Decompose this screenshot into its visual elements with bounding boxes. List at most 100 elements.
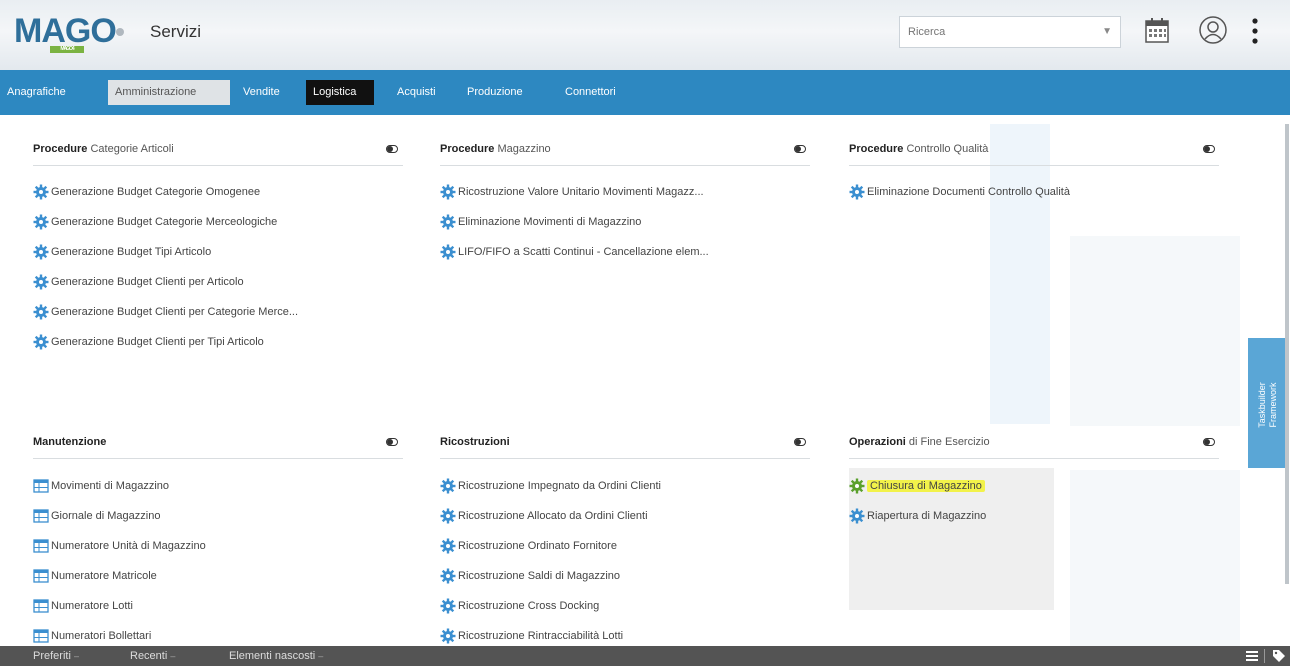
panel-divider	[33, 458, 403, 459]
menu-item-generazione-budget-clienti-per-tipi-articolo[interactable]: Generazione Budget Clienti per Tipi Arti…	[33, 334, 264, 350]
menu-item-generazione-budget-tipi-articolo[interactable]: Generazione Budget Tipi Articolo	[33, 244, 211, 260]
footer-divider	[1264, 649, 1265, 663]
toggle-icon[interactable]	[1203, 145, 1215, 153]
panel-title-procedure-magazzino: Procedure Magazzino	[440, 143, 551, 155]
menu-item-numeratore-matricole[interactable]: Numeratore Matricole	[33, 568, 157, 584]
search-dropdown-chevron-icon[interactable]: ▼	[1102, 26, 1112, 37]
table-icon	[33, 598, 49, 614]
panel-title-ricostruzioni: Ricostruzioni	[440, 436, 510, 448]
menu-item-numeratore-unit-di-magazzino[interactable]: Numeratore Unità di Magazzino	[33, 538, 206, 554]
menu-item-movimenti-di-magazzino[interactable]: Movimenti di Magazzino	[33, 478, 169, 494]
more-vertical-icon[interactable]	[1250, 17, 1260, 45]
footer-preferiti[interactable]: Preferiti –	[33, 650, 79, 662]
mago-logo[interactable]: MAGO MAGO4	[14, 12, 117, 54]
menu-item-label: Ricostruzione Saldi di Magazzino	[458, 570, 621, 582]
calendar-icon[interactable]	[1144, 16, 1170, 44]
gear-icon	[440, 478, 456, 494]
logo-sub: MAGO4	[50, 46, 84, 53]
menu-item-ricostruzione-allocato-da-ordini-clienti[interactable]: Ricostruzione Allocato da Ordini Clienti	[440, 508, 648, 524]
menu-item-label: Generazione Budget Tipi Articolo	[51, 246, 212, 258]
tab-amministrazione[interactable]: Amministrazione	[108, 80, 230, 105]
toggle-icon[interactable]	[794, 145, 806, 153]
logo-text: MAGO	[14, 12, 117, 50]
module-tabs-bar: Anagrafiche Amministrazione Vendite Logi…	[0, 70, 1290, 115]
menu-item-numeratore-lotti[interactable]: Numeratore Lotti	[33, 598, 133, 614]
gear-icon	[33, 304, 49, 320]
tag-icon[interactable]	[1272, 649, 1286, 663]
footer-elementi-nascosti[interactable]: Elementi nascosti –	[229, 650, 323, 662]
gear-icon	[849, 508, 865, 524]
menu-item-label: Numeratore Lotti	[51, 600, 133, 612]
menu-item-label: Eliminazione Documenti Controllo Qualità	[867, 186, 1070, 198]
search-input[interactable]	[900, 17, 1080, 47]
chevron-down-icon: –	[170, 651, 176, 661]
tab-anagrafiche[interactable]: Anagrafiche	[0, 80, 73, 105]
panel-divider	[849, 458, 1219, 459]
menu-item-label: Ricostruzione Allocato da Ordini Clienti	[458, 510, 648, 522]
menu-item-label: Riapertura di Magazzino	[867, 510, 987, 522]
footer-bar: Preferiti – Recenti – Elementi nascosti …	[0, 646, 1290, 666]
gear-icon	[440, 538, 456, 554]
table-icon	[33, 568, 49, 584]
menu-item-label: Generazione Budget Categorie Merceologic…	[51, 216, 278, 228]
list-view-icon[interactable]	[1245, 649, 1259, 663]
gear-icon	[440, 244, 456, 260]
menu-item-generazione-budget-clienti-per-categorie-merce[interactable]: Generazione Budget Clienti per Categorie…	[33, 304, 298, 320]
gear-icon	[33, 184, 49, 200]
taskbuilder-framework-tab[interactable]: Taskbuilder Framework	[1248, 338, 1286, 468]
tab-logistica[interactable]: Logistica	[306, 80, 374, 105]
footer-recenti[interactable]: Recenti –	[130, 650, 175, 662]
menu-item-label: Chiusura di Magazzino	[867, 480, 985, 492]
gear-icon	[849, 478, 865, 494]
gear-icon	[440, 214, 456, 230]
menu-item-label: Ricostruzione Cross Docking	[458, 600, 600, 612]
side-tab-label: Taskbuilder Framework	[1257, 382, 1278, 428]
logo-menu-caret-icon[interactable]	[116, 28, 124, 36]
menu-item-generazione-budget-categorie-merceologiche[interactable]: Generazione Budget Categorie Merceologic…	[33, 214, 277, 230]
panel-divider	[440, 458, 810, 459]
tab-produzione[interactable]: Produzione	[460, 80, 530, 105]
menu-item-label: Generazione Budget Clienti per Tipi Arti…	[51, 336, 264, 348]
tab-acquisti[interactable]: Acquisti	[390, 80, 443, 105]
gear-icon	[440, 628, 456, 644]
chevron-down-icon: –	[318, 651, 324, 661]
gear-icon	[440, 598, 456, 614]
toggle-icon[interactable]	[1203, 438, 1215, 446]
menu-item-numeratori-bollettari[interactable]: Numeratori Bollettari	[33, 628, 151, 644]
gear-icon	[849, 184, 865, 200]
menu-item-chiusura-di-magazzino[interactable]: Chiusura di Magazzino	[849, 478, 985, 494]
menu-item-ricostruzione-valore-unitario-movimenti-magazz[interactable]: Ricostruzione Valore Unitario Movimenti …	[440, 184, 704, 200]
gear-icon	[440, 184, 456, 200]
menu-item-lifo-fifo-a-scatti-continui-cancellazione-elem[interactable]: LIFO/FIFO a Scatti Continui - Cancellazi…	[440, 244, 709, 260]
menu-item-label: Ricostruzione Impegnato da Ordini Client…	[458, 480, 661, 492]
toggle-icon[interactable]	[386, 145, 398, 153]
menu-item-generazione-budget-categorie-omogenee[interactable]: Generazione Budget Categorie Omogenee	[33, 184, 260, 200]
gear-icon	[33, 214, 49, 230]
footer-label: Preferiti	[33, 650, 71, 662]
menu-item-label: Numeratore Matricole	[51, 570, 157, 582]
tab-connettori[interactable]: Connettori	[558, 80, 623, 105]
menu-item-giornale-di-magazzino[interactable]: Giornale di Magazzino	[33, 508, 160, 524]
menu-item-eliminazione-movimenti-di-magazzino[interactable]: Eliminazione Movimenti di Magazzino	[440, 214, 641, 230]
user-icon[interactable]	[1198, 15, 1228, 45]
table-icon	[33, 628, 49, 644]
menu-item-ricostruzione-impegnato-da-ordini-clienti[interactable]: Ricostruzione Impegnato da Ordini Client…	[440, 478, 661, 494]
menu-item-ricostruzione-cross-docking[interactable]: Ricostruzione Cross Docking	[440, 598, 599, 614]
menu-item-generazione-budget-clienti-per-articolo[interactable]: Generazione Budget Clienti per Articolo	[33, 274, 244, 290]
toggle-icon[interactable]	[386, 438, 398, 446]
tab-vendite[interactable]: Vendite	[236, 80, 287, 105]
panel-divider	[440, 165, 810, 166]
menu-item-riapertura-di-magazzino[interactable]: Riapertura di Magazzino	[849, 508, 986, 524]
search-box[interactable]: ▼	[899, 16, 1121, 48]
menu-item-eliminazione-documenti-controllo-qualit[interactable]: Eliminazione Documenti Controllo Qualità	[849, 184, 1070, 200]
menu-item-ricostruzione-saldi-di-magazzino[interactable]: Ricostruzione Saldi di Magazzino	[440, 568, 620, 584]
menu-item-ricostruzione-rintracciabilit-lotti[interactable]: Ricostruzione Rintracciabilità Lotti	[440, 628, 623, 644]
menu-item-ricostruzione-ordinato-fornitore[interactable]: Ricostruzione Ordinato Fornitore	[440, 538, 617, 554]
panel-divider	[849, 165, 1219, 166]
menu-item-label: Generazione Budget Categorie Omogenee	[51, 186, 261, 198]
toggle-icon[interactable]	[794, 438, 806, 446]
scrollbar[interactable]	[1285, 124, 1289, 584]
background-shape	[990, 124, 1050, 424]
menu-item-label: Generazione Budget Clienti per Articolo	[51, 276, 244, 288]
page-title: Servizi	[150, 22, 202, 41]
